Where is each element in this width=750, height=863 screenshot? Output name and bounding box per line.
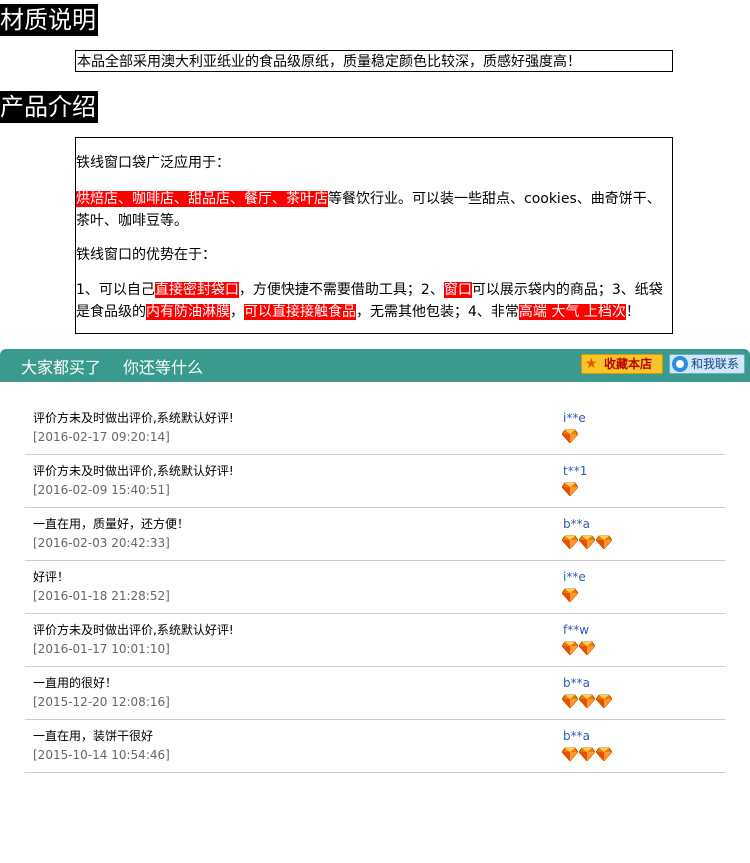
diamond-icon [595, 693, 613, 709]
diamond-icon [578, 640, 596, 656]
reviewer-credit-gems [561, 534, 613, 550]
highlight-shop-types: 烘焙店、咖啡店、甜品店、餐厅、茶叶店 [76, 191, 328, 207]
review-text: 评价方未及时做出评价,系统默认好评! [33, 623, 234, 637]
review-time: [2016-02-17 09:20:14] [33, 430, 170, 444]
material-section-title: 材质说明 [0, 4, 98, 36]
review-text: 评价方未及时做出评价,系统默认好评! [33, 411, 234, 425]
material-description: 本品全部采用澳大利亚纸业的食品级原纸，质量稳定颜色比较深，质感好强度高！ [75, 50, 673, 72]
p4-text-a: 1、可以自己 [76, 282, 155, 298]
reviewer-credit-gems [561, 428, 579, 444]
diamond-icon [561, 640, 579, 656]
intro-paragraph-3: 铁线窗口的优势在于： [76, 247, 216, 263]
favorite-shop-button[interactable]: ★ 收藏本店 [581, 354, 663, 374]
p4-text-b: ，方便快捷不需要借助工具；2、 [238, 282, 444, 298]
diamond-icon [578, 746, 596, 762]
product-intro-box: 铁线窗口袋广泛应用于： 烘焙店、咖啡店、甜品店、餐厅、茶叶店等餐饮行业。可以装一… [75, 137, 673, 334]
contact-seller-button[interactable]: 和我联系 [669, 354, 745, 374]
highlight-window: 窗口 [443, 282, 472, 298]
intro-section-title: 产品介绍 [0, 91, 98, 123]
p4-text-d: ， [230, 304, 244, 320]
bar-left-text: 大家都买了 [21, 358, 102, 377]
intro-paragraph-4: 1、可以自己直接密封袋口，方便快捷不需要借助工具；2、窗口可以展示袋内的商品；3… [76, 279, 674, 323]
diamond-icon [595, 746, 613, 762]
review-time: [2016-01-18 21:28:52] [33, 589, 170, 603]
reviewer-credit-gems [561, 481, 579, 497]
diamond-icon [561, 693, 579, 709]
review-text: 一直在用，质量好，还方便！ [33, 517, 190, 531]
reviewer-credit-gems [561, 640, 596, 656]
diamond-icon [561, 587, 579, 603]
review-time: [2015-12-20 12:08:16] [33, 695, 170, 709]
review-row: 一直在用，装饼干很好 [2015-10-14 10:54:46] b**a [25, 720, 725, 773]
review-row: 一直用的很好！ [2015-12-20 12:08:16] b**a [25, 667, 725, 720]
review-row: 好评！ [2016-01-18 21:28:52] i**e [25, 561, 725, 614]
review-time: [2016-02-09 15:40:51] [33, 483, 170, 497]
p4-text-f: ！ [625, 304, 640, 320]
highlight-seal: 直接密封袋口 [154, 282, 239, 298]
intro-paragraph-2: 烘焙店、咖啡店、甜品店、餐厅、茶叶店等餐饮行业。可以装一些甜点、cookies、… [76, 188, 674, 232]
diamond-icon [578, 693, 596, 709]
reviewer-name[interactable]: i**e [563, 569, 586, 585]
reviewer-name[interactable]: f**w [563, 622, 589, 638]
review-time: [2016-02-03 20:42:33] [33, 536, 170, 550]
review-row: 一直在用，质量好，还方便！ [2016-02-03 20:42:33] b**a [25, 508, 725, 561]
favorite-shop-label: 收藏本店 [604, 357, 653, 371]
reviewer-credit-gems [561, 587, 579, 603]
chat-icon [672, 356, 688, 372]
review-time: [2015-10-14 10:54:46] [33, 748, 170, 762]
reviewer-credit-gems [561, 693, 613, 709]
reviewer-name[interactable]: b**a [563, 675, 590, 691]
review-text: 评价方未及时做出评价,系统默认好评! [33, 464, 234, 478]
bar-right-text: 你还等什么 [123, 358, 204, 377]
highlight-food-contact: 可以直接接触食品 [244, 304, 356, 320]
diamond-icon [561, 428, 579, 444]
review-text: 好评！ [33, 570, 70, 584]
intro-paragraph-1: 铁线窗口袋广泛应用于： [76, 155, 230, 171]
diamond-icon [561, 534, 579, 550]
highlight-oilproof: 内有防油淋膜 [146, 304, 230, 320]
reviewer-credit-gems [561, 746, 613, 762]
diamond-icon [561, 481, 579, 497]
p4-text-e: ，无需其他包装；4、非常 [356, 304, 519, 320]
diamond-icon [561, 746, 579, 762]
star-icon: ★ [585, 356, 598, 372]
review-row: 评价方未及时做出评价,系统默认好评! [2016-02-17 09:20:14] i… [25, 402, 725, 455]
reviewer-name[interactable]: i**e [563, 410, 586, 426]
review-text: 一直在用，装饼干很好 [33, 729, 154, 743]
contact-seller-label: 和我联系 [691, 357, 740, 371]
diamond-icon [595, 534, 613, 550]
review-text: 一直用的很好！ [33, 676, 118, 690]
review-row: 评价方未及时做出评价,系统默认好评! [2016-01-17 10:01:10] f… [25, 614, 725, 667]
review-row: 评价方未及时做出评价,系统默认好评! [2016-02-09 15:40:51] t… [25, 455, 725, 508]
reviewer-name[interactable]: b**a [563, 728, 590, 744]
reviewer-name[interactable]: b**a [563, 516, 590, 532]
diamond-icon [578, 534, 596, 550]
review-time: [2016-01-17 10:01:10] [33, 642, 170, 656]
highlight-premium: 高端 大气 上档次 [518, 304, 626, 320]
reviewer-name[interactable]: t**1 [563, 463, 587, 479]
